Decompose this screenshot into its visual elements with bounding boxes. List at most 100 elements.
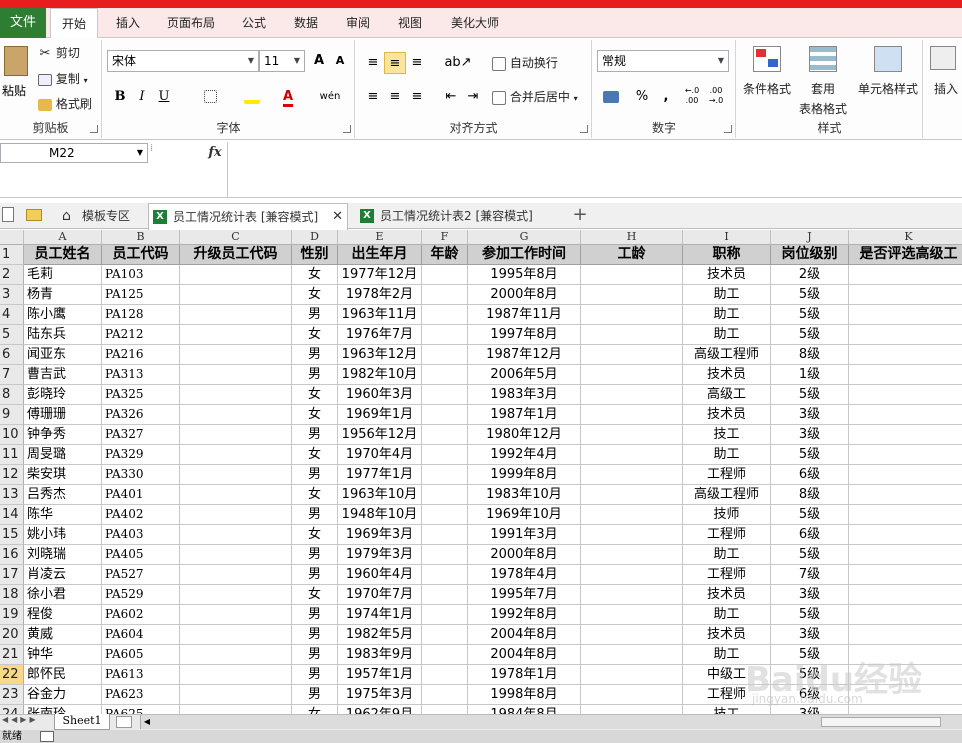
table-cell[interactable]: 傅珊珊 bbox=[24, 405, 102, 425]
table-cell[interactable] bbox=[849, 285, 962, 305]
sheet-nav-icons[interactable]: ◀◀▶▶ bbox=[2, 715, 39, 724]
table-cell[interactable]: 高级工 bbox=[683, 385, 771, 405]
table-cell[interactable]: 1963年11月 bbox=[338, 305, 422, 325]
align-center-button[interactable]: ≡ bbox=[384, 86, 406, 108]
table-cell[interactable] bbox=[581, 265, 683, 285]
table-cell[interactable]: PA327 bbox=[102, 425, 180, 445]
column-header[interactable]: H bbox=[581, 230, 683, 245]
table-cell[interactable]: 1977年12月 bbox=[338, 265, 422, 285]
borders-button[interactable] bbox=[199, 86, 221, 108]
table-cell[interactable]: 谷金力 bbox=[24, 685, 102, 705]
font-name-select[interactable]: 宋体 ▼ bbox=[107, 50, 259, 72]
table-cell[interactable]: PA625 bbox=[102, 705, 180, 714]
table-cell[interactable]: 1992年4月 bbox=[468, 445, 581, 465]
table-cell[interactable]: 助工 bbox=[683, 605, 771, 625]
table-cell[interactable]: 技术员 bbox=[683, 405, 771, 425]
table-cell[interactable] bbox=[581, 485, 683, 505]
table-cell[interactable]: 男 bbox=[292, 465, 338, 485]
table-cell[interactable]: 高级工程师 bbox=[683, 345, 771, 365]
decrease-decimal-button[interactable]: .00 →.0 bbox=[705, 86, 727, 108]
percent-button[interactable]: % bbox=[631, 86, 653, 108]
table-cell[interactable]: 3级 bbox=[771, 585, 849, 605]
table-cell[interactable] bbox=[581, 365, 683, 385]
table-cell[interactable] bbox=[581, 665, 683, 685]
row-header[interactable]: 5 bbox=[0, 325, 24, 345]
table-cell[interactable] bbox=[422, 365, 468, 385]
table-cell[interactable] bbox=[849, 545, 962, 565]
table-cell[interactable]: 周旻璐 bbox=[24, 445, 102, 465]
row-header[interactable]: 15 bbox=[0, 525, 24, 545]
table-cell[interactable]: 1991年3月 bbox=[468, 525, 581, 545]
table-cell[interactable]: 男 bbox=[292, 545, 338, 565]
table-cell[interactable]: 陆东兵 bbox=[24, 325, 102, 345]
row-header[interactable]: 11 bbox=[0, 445, 24, 465]
insert-cells-button[interactable]: 插入 bbox=[934, 80, 958, 97]
table-cell[interactable] bbox=[180, 445, 292, 465]
table-cell[interactable]: 女 bbox=[292, 585, 338, 605]
table-cell[interactable] bbox=[180, 345, 292, 365]
table-cell[interactable]: 1974年1月 bbox=[338, 605, 422, 625]
table-cell[interactable]: 女 bbox=[292, 525, 338, 545]
row-header[interactable]: 23 bbox=[0, 685, 24, 705]
header-cell[interactable]: 岗位级别 bbox=[771, 245, 849, 265]
name-box[interactable]: M22 ▼ bbox=[0, 143, 148, 163]
table-cell[interactable]: 1级 bbox=[771, 365, 849, 385]
table-cell[interactable] bbox=[180, 585, 292, 605]
row-header[interactable]: 19 bbox=[0, 605, 24, 625]
table-cell[interactable]: 1995年8月 bbox=[468, 265, 581, 285]
paste-button[interactable]: 粘贴 bbox=[2, 44, 32, 102]
table-cell[interactable]: 5级 bbox=[771, 505, 849, 525]
row-header[interactable]: 21 bbox=[0, 645, 24, 665]
table-cell[interactable]: 1992年8月 bbox=[468, 605, 581, 625]
table-cell[interactable] bbox=[180, 405, 292, 425]
table-cell[interactable]: 男 bbox=[292, 645, 338, 665]
table-cell[interactable] bbox=[581, 505, 683, 525]
table-cell[interactable] bbox=[180, 525, 292, 545]
table-cell[interactable] bbox=[422, 505, 468, 525]
column-header[interactable]: J bbox=[771, 230, 849, 245]
table-cell[interactable]: 1982年5月 bbox=[338, 625, 422, 645]
table-cell[interactable] bbox=[581, 385, 683, 405]
table-cell[interactable]: 男 bbox=[292, 665, 338, 685]
table-cell[interactable]: PA212 bbox=[102, 325, 180, 345]
table-cell[interactable] bbox=[180, 665, 292, 685]
table-cell[interactable] bbox=[180, 685, 292, 705]
table-cell[interactable] bbox=[849, 525, 962, 545]
table-cell[interactable]: 黄威 bbox=[24, 625, 102, 645]
scroll-thumb[interactable] bbox=[821, 717, 941, 727]
cell-styles-button[interactable]: 单元格样式 bbox=[853, 44, 923, 116]
table-cell[interactable]: 曹吉武 bbox=[24, 365, 102, 385]
table-cell[interactable]: 1983年10月 bbox=[468, 485, 581, 505]
column-header[interactable]: I bbox=[683, 230, 771, 245]
table-cell[interactable] bbox=[180, 625, 292, 645]
table-cell[interactable]: 1969年3月 bbox=[338, 525, 422, 545]
table-cell[interactable]: 7级 bbox=[771, 565, 849, 585]
table-cell[interactable] bbox=[849, 325, 962, 345]
table-cell[interactable]: 钟争秀 bbox=[24, 425, 102, 445]
table-cell[interactable]: 8级 bbox=[771, 345, 849, 365]
table-cell[interactable]: 女 bbox=[292, 405, 338, 425]
table-cell[interactable]: 1995年7月 bbox=[468, 585, 581, 605]
table-cell[interactable] bbox=[422, 585, 468, 605]
table-cell[interactable] bbox=[849, 705, 962, 714]
table-cell[interactable]: 女 bbox=[292, 485, 338, 505]
table-cell[interactable]: PA326 bbox=[102, 405, 180, 425]
table-cell[interactable] bbox=[422, 325, 468, 345]
table-cell[interactable]: PA313 bbox=[102, 365, 180, 385]
table-cell[interactable]: 1997年8月 bbox=[468, 325, 581, 345]
table-cell[interactable] bbox=[422, 305, 468, 325]
table-cell[interactable]: 1969年1月 bbox=[338, 405, 422, 425]
table-cell[interactable]: 2004年8月 bbox=[468, 645, 581, 665]
table-cell[interactable]: PA602 bbox=[102, 605, 180, 625]
table-cell[interactable] bbox=[581, 585, 683, 605]
table-cell[interactable] bbox=[581, 325, 683, 345]
dialog-launcher-icon[interactable] bbox=[580, 125, 588, 133]
table-cell[interactable] bbox=[849, 565, 962, 585]
table-cell[interactable]: PA402 bbox=[102, 505, 180, 525]
align-top-button[interactable]: ≡ bbox=[362, 52, 384, 74]
table-cell[interactable]: 5级 bbox=[771, 305, 849, 325]
tab-beautify-master[interactable]: 美化大师 bbox=[444, 8, 506, 38]
tab-file[interactable]: 文件 bbox=[0, 8, 46, 38]
table-cell[interactable]: 1963年12月 bbox=[338, 345, 422, 365]
table-cell[interactable]: 5级 bbox=[771, 285, 849, 305]
